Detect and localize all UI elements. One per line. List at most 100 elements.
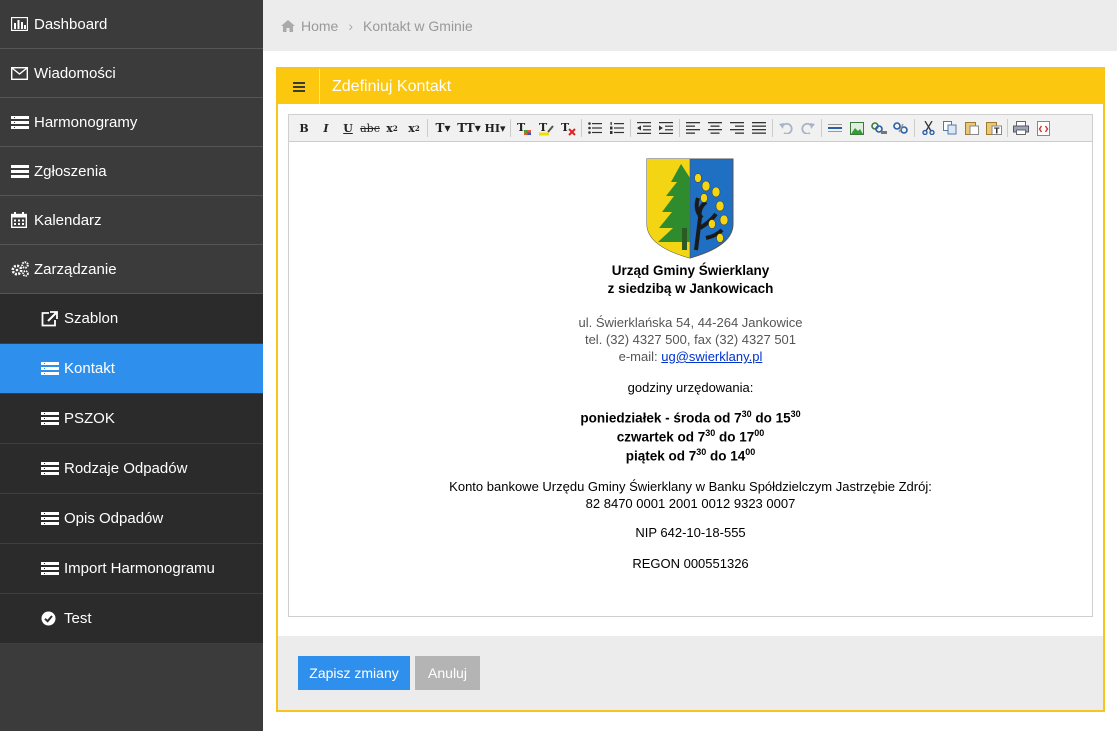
italic-icon[interactable]: I bbox=[315, 117, 337, 139]
sidebar-item-zgloszenia[interactable]: Zgłoszenia bbox=[0, 147, 263, 196]
contact-panel: Zdefiniuj Kontakt B I U abc x2 x2 T▾ TT▾… bbox=[276, 67, 1105, 712]
sidebar-item-zarzadzanie[interactable]: Zarządzanie bbox=[0, 245, 263, 294]
toolbar-separator bbox=[1007, 119, 1008, 137]
list-icon bbox=[41, 461, 61, 477]
paste-text-icon[interactable]: T bbox=[983, 117, 1005, 139]
sidebar-item-wiadomosci[interactable]: Wiadomości bbox=[0, 49, 263, 98]
bullet-list-icon[interactable] bbox=[584, 117, 606, 139]
hours-text: do 14 bbox=[706, 448, 746, 464]
source-code-icon[interactable] bbox=[1032, 117, 1054, 139]
hours-text: poniedziałek - środa od 7 bbox=[580, 410, 742, 426]
insert-image-icon[interactable] bbox=[846, 117, 868, 139]
text-color-icon[interactable]: T bbox=[513, 117, 535, 139]
font-family-icon[interactable]: T▾ bbox=[430, 117, 456, 139]
breadcrumb: Home › Kontakt w Gminie bbox=[263, 0, 1117, 51]
clear-format-icon[interactable]: T bbox=[557, 117, 579, 139]
align-center-icon[interactable] bbox=[704, 117, 726, 139]
hours-text: piątek od 7 bbox=[625, 448, 697, 464]
sidebar-item-label: Wiadomości bbox=[34, 64, 116, 82]
coat-of-arms-icon bbox=[646, 158, 734, 259]
indent-icon[interactable] bbox=[655, 117, 677, 139]
print-icon[interactable] bbox=[1010, 117, 1032, 139]
sidebar-subitem-import-harmonogramu[interactable]: Import Harmonogramu bbox=[0, 544, 263, 594]
nip-text: NIP 642-10-18-555 bbox=[635, 525, 746, 540]
bold-icon[interactable]: B bbox=[293, 117, 315, 139]
chevron-right-icon: › bbox=[348, 17, 354, 34]
hours-sup: 30 bbox=[790, 409, 801, 419]
hours-text: czwartek od 7 bbox=[616, 429, 706, 445]
unlink-icon[interactable] bbox=[890, 117, 912, 139]
toolbar-separator bbox=[772, 119, 773, 137]
breadcrumb-current: Kontakt w Gminie bbox=[363, 17, 473, 34]
numbered-list-icon[interactable] bbox=[606, 117, 628, 139]
cut-icon[interactable] bbox=[917, 117, 939, 139]
sidebar-item-label: Szablon bbox=[64, 310, 119, 327]
underline-icon[interactable]: U bbox=[337, 117, 359, 139]
rich-text-editor[interactable]: B I U abc x2 x2 T▾ TT▾ HI▾ T T T T Urząd… bbox=[288, 114, 1093, 617]
hours-mon-wed: poniedziałek - środa od 730 do 1530 bbox=[289, 409, 1092, 426]
sidebar-subitem-kontakt[interactable]: Kontakt bbox=[0, 344, 263, 394]
paste-icon[interactable] bbox=[961, 117, 983, 139]
align-justify-icon[interactable] bbox=[748, 117, 770, 139]
font-size-icon[interactable]: TT▾ bbox=[456, 117, 482, 139]
save-button[interactable]: Zapisz zmiany bbox=[298, 656, 410, 690]
hours-text: do 15 bbox=[751, 410, 791, 426]
sidebar-item-label: Test bbox=[64, 610, 92, 627]
insert-link-icon[interactable] bbox=[868, 117, 890, 139]
sidebar-item-label: Zarządzanie bbox=[34, 260, 117, 278]
cancel-button[interactable]: Anuluj bbox=[415, 656, 480, 690]
cogs-icon bbox=[11, 261, 31, 277]
sidebar-item-harmonogramy[interactable]: Harmonogramy bbox=[0, 98, 263, 147]
list-icon bbox=[278, 69, 320, 104]
hours-sup: 30 bbox=[705, 428, 716, 438]
sidebar-item-label: PSZOK bbox=[64, 410, 115, 427]
toolbar-separator bbox=[427, 119, 428, 137]
sidebar-item-label: Rodzaje Odpadów bbox=[64, 460, 188, 477]
svg-text:T: T bbox=[561, 121, 570, 134]
regon-text: REGON 000551326 bbox=[632, 556, 749, 571]
editor-content[interactable]: Urząd Gminy Świerklany z siedzibą w Jank… bbox=[289, 143, 1092, 616]
undo-icon[interactable] bbox=[775, 117, 797, 139]
list-icon bbox=[41, 411, 61, 427]
sidebar-subitem-rodzaje-odpadow[interactable]: Rodzaje Odpadów bbox=[0, 444, 263, 494]
bank-account: 82 8470 0001 2001 0012 9323 0007 bbox=[585, 496, 796, 511]
email-link[interactable]: ug@swierklany.pl bbox=[661, 349, 762, 364]
hours-fri: piątek od 730 do 1400 bbox=[289, 447, 1092, 464]
outdent-icon[interactable] bbox=[633, 117, 655, 139]
breadcrumb-home-link[interactable]: Home bbox=[301, 18, 338, 34]
sidebar-item-label: Opis Odpadów bbox=[64, 510, 164, 527]
svg-text:T: T bbox=[994, 127, 1000, 136]
sidebar-item-label: Import Harmonogramu bbox=[64, 560, 215, 577]
copy-icon[interactable] bbox=[939, 117, 961, 139]
sidebar-item-kalendarz[interactable]: Kalendarz bbox=[0, 196, 263, 245]
list-icon bbox=[11, 114, 31, 130]
redo-icon[interactable] bbox=[797, 117, 819, 139]
panel-footer: Zapisz zmiany Anuluj bbox=[278, 636, 1103, 710]
email-label: e-mail: bbox=[618, 349, 658, 364]
sidebar-item-dashboard[interactable]: Dashboard bbox=[0, 0, 263, 49]
subscript-icon[interactable]: x2 bbox=[381, 117, 403, 139]
superscript-icon[interactable]: x2 bbox=[403, 117, 425, 139]
align-right-icon[interactable] bbox=[726, 117, 748, 139]
heading-icon[interactable]: HI▾ bbox=[482, 117, 508, 139]
svg-text:T: T bbox=[539, 121, 548, 134]
sidebar-subitem-test[interactable]: Test bbox=[0, 594, 263, 644]
email-row: e-mail: ug@swierklany.pl bbox=[289, 349, 1092, 364]
calendar-icon bbox=[11, 212, 31, 228]
toolbar-separator bbox=[914, 119, 915, 137]
toolbar-separator bbox=[630, 119, 631, 137]
toolbar-separator bbox=[581, 119, 582, 137]
home-icon[interactable] bbox=[281, 19, 295, 32]
sidebar-subitem-pszok[interactable]: PSZOK bbox=[0, 394, 263, 444]
external-link-icon bbox=[41, 310, 61, 327]
bank-text: Konto bankowe Urzędu Gminy Świerklany w … bbox=[449, 479, 932, 494]
align-left-icon[interactable] bbox=[682, 117, 704, 139]
sidebar-subitem-szablon[interactable]: Szablon bbox=[0, 294, 263, 344]
list-icon bbox=[11, 163, 31, 179]
highlight-color-icon[interactable]: T bbox=[535, 117, 557, 139]
strikethrough-icon[interactable]: abc bbox=[359, 117, 381, 139]
list-icon bbox=[41, 361, 61, 377]
horizontal-rule-icon[interactable] bbox=[824, 117, 846, 139]
panel-header: Zdefiniuj Kontakt bbox=[278, 69, 1103, 104]
sidebar-subitem-opis-odpadow[interactable]: Opis Odpadów bbox=[0, 494, 263, 544]
